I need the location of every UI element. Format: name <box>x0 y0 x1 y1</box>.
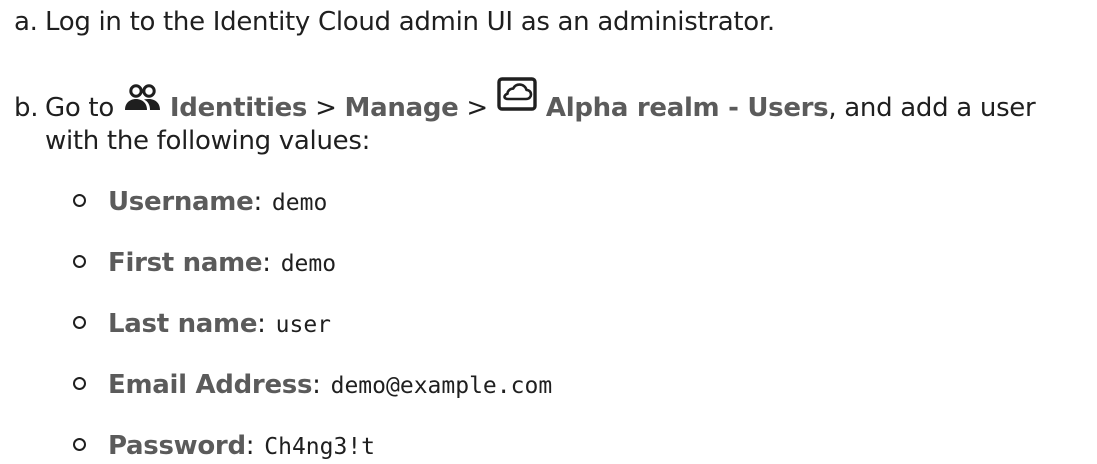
field-label: Username <box>108 187 254 217</box>
field-colon: : <box>312 370 321 400</box>
step-b-suffix: , and add a user <box>828 93 1036 123</box>
cloud-realm-icon <box>496 76 538 112</box>
bullet-icon <box>73 316 86 329</box>
field-value: demo@example.com <box>330 373 553 399</box>
bullet-icon <box>73 194 86 207</box>
bullet-icon <box>73 255 86 268</box>
field-label: First name <box>108 248 263 278</box>
step-marker: a. <box>14 7 38 37</box>
field-colon: : <box>262 248 271 278</box>
breadcrumb-separator: > <box>307 93 345 123</box>
nav-manage: Manage <box>344 93 459 123</box>
list-item: Password: Ch4ng3!t <box>73 430 375 463</box>
step-b: b. Go to Identities > Manage > Alpha real… <box>14 77 1036 124</box>
nav-identities: Identities <box>169 93 308 123</box>
bullet-icon <box>73 377 86 390</box>
step-marker: b. <box>14 93 39 123</box>
field-value: user <box>275 312 332 338</box>
field-colon: : <box>245 431 255 461</box>
list-item: Email Address: demo@example.com <box>73 369 552 402</box>
step-b-prefix: Go to <box>45 93 122 123</box>
field-colon: : <box>257 309 266 339</box>
field-value: Ch4ng3!t <box>264 434 376 460</box>
people-icon <box>122 84 162 114</box>
breadcrumb-separator: > <box>458 93 496 123</box>
field-label: Last name <box>108 309 258 339</box>
step-a-text: Log in to the Identity Cloud admin UI as… <box>45 7 775 37</box>
field-value: demo <box>280 251 337 277</box>
field-colon: : <box>253 187 262 217</box>
list-item: Last name: user <box>73 308 331 341</box>
step-a: a. Log in to the Identity Cloud admin UI … <box>14 6 775 38</box>
field-value: demo <box>271 190 328 216</box>
instructions-document: a. Log in to the Identity Cloud admin UI … <box>0 0 1097 464</box>
field-label: Email Address <box>108 370 313 400</box>
nav-alpha-realm-users: Alpha realm - Users <box>545 93 829 123</box>
field-label: Password <box>108 431 246 461</box>
step-b-continuation: with the following values: <box>45 126 371 156</box>
list-item: Username: demo <box>73 186 327 219</box>
bullet-icon <box>73 438 86 451</box>
list-item: First name: demo <box>73 247 336 280</box>
